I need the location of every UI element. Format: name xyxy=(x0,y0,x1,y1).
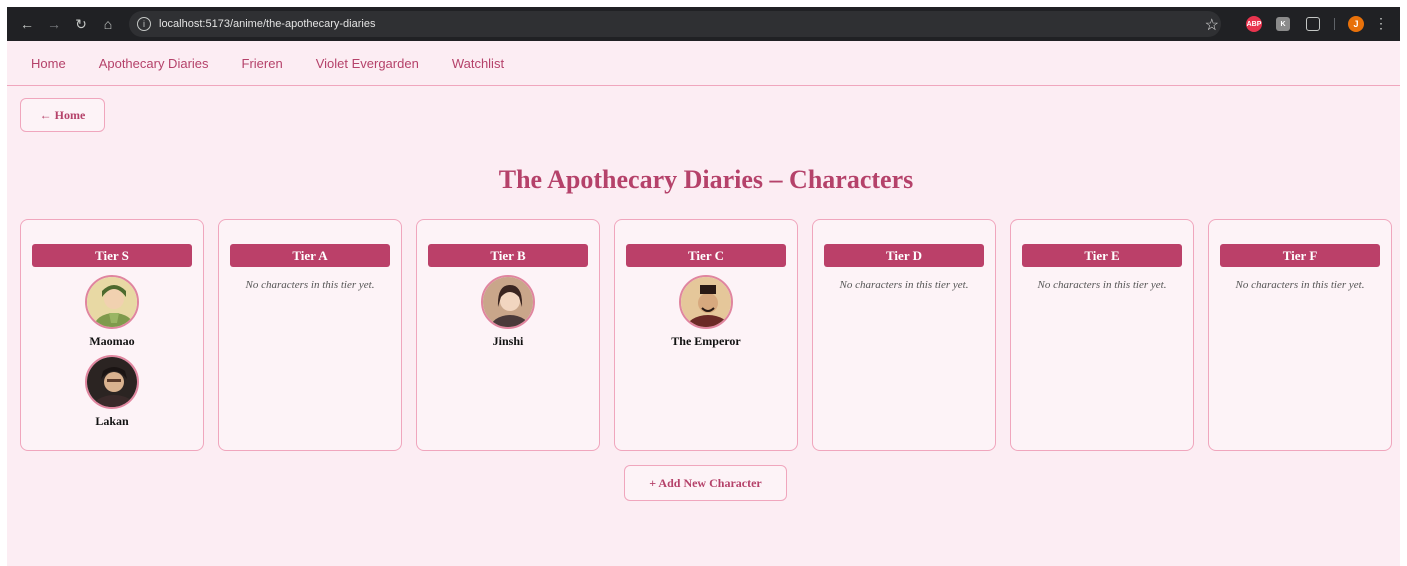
tier-label: Tier C xyxy=(626,244,786,267)
empty-tier-message: No characters in this tier yet. xyxy=(245,279,375,291)
back-arrow-icon[interactable]: ← xyxy=(18,15,36,33)
forward-arrow-icon[interactable]: → xyxy=(45,15,63,33)
tier-card-b: Tier B Jinshi xyxy=(416,219,600,451)
browser-toolbar: ← → ↻ ⌂ i localhost:5173/anime/the-apoth… xyxy=(7,7,1400,41)
character-card-lakan[interactable]: Lakan xyxy=(85,355,139,429)
tier-card-c: Tier C The Emperor xyxy=(614,219,798,451)
tier-label: Tier B xyxy=(428,244,588,267)
home-icon[interactable]: ⌂ xyxy=(99,15,117,33)
back-home-button[interactable]: ← Home xyxy=(20,98,105,132)
empty-tier-message: No characters in this tier yet. xyxy=(839,279,969,291)
character-name: Jinshi xyxy=(492,334,524,348)
tier-label: Tier F xyxy=(1220,244,1380,267)
reload-icon[interactable]: ↻ xyxy=(72,15,90,33)
character-avatar xyxy=(481,275,535,329)
url-text: localhost:5173/anime/the-apothecary-diar… xyxy=(159,18,376,30)
toolbar-separator xyxy=(1334,18,1335,30)
address-bar[interactable]: i localhost:5173/anime/the-apothecary-di… xyxy=(129,11,1221,37)
nav-frieren[interactable]: Frieren xyxy=(242,56,283,71)
tier-label: Tier S xyxy=(32,244,192,267)
character-avatar xyxy=(85,355,139,409)
character-avatar xyxy=(85,275,139,329)
tier-card-f: Tier F No characters in this tier yet. xyxy=(1208,219,1392,451)
nav-watchlist[interactable]: Watchlist xyxy=(452,56,504,71)
adblock-extension-icon[interactable]: ABP xyxy=(1246,16,1262,32)
profile-avatar-icon[interactable]: J xyxy=(1348,16,1364,32)
character-card-jinshi[interactable]: Jinshi xyxy=(481,275,535,349)
extensions-puzzle-icon[interactable] xyxy=(1306,17,1320,31)
tier-card-s: Tier S Maomao Lakan xyxy=(20,219,204,451)
nav-violet-evergarden[interactable]: Violet Evergarden xyxy=(316,56,419,71)
bookmark-star-icon[interactable]: ☆ xyxy=(1205,15,1219,35)
tier-card-d: Tier D No characters in this tier yet. xyxy=(812,219,996,451)
character-name: Lakan xyxy=(95,414,129,428)
add-new-character-button[interactable]: + Add New Character xyxy=(624,465,787,501)
page: Home Apothecary Diaries Frieren Violet E… xyxy=(7,41,1400,566)
site-info-icon[interactable]: i xyxy=(137,17,151,31)
character-card-maomao[interactable]: Maomao xyxy=(85,275,139,349)
empty-tier-message: No characters in this tier yet. xyxy=(1235,279,1365,291)
tier-card-a: Tier A No characters in this tier yet. xyxy=(218,219,402,451)
character-card-the-emperor[interactable]: The Emperor xyxy=(671,275,741,349)
nav-home[interactable]: Home xyxy=(31,56,66,71)
tier-list: Tier S Maomao Lakan Tier A No characters… xyxy=(20,219,1392,451)
top-nav: Home Apothecary Diaries Frieren Violet E… xyxy=(7,41,1400,86)
k-extension-icon[interactable]: K xyxy=(1276,17,1290,31)
tier-label: Tier A xyxy=(230,244,390,267)
tier-label: Tier E xyxy=(1022,244,1182,267)
menu-kebab-icon[interactable]: ⋮ xyxy=(1374,15,1388,32)
character-name: The Emperor xyxy=(671,334,741,348)
tier-card-e: Tier E No characters in this tier yet. xyxy=(1010,219,1194,451)
page-title: The Apothecary Diaries – Characters xyxy=(498,165,914,194)
character-name: Maomao xyxy=(89,334,135,348)
empty-tier-message: No characters in this tier yet. xyxy=(1037,279,1167,291)
nav-apothecary-diaries[interactable]: Apothecary Diaries xyxy=(99,56,209,71)
tier-label: Tier D xyxy=(824,244,984,267)
character-avatar xyxy=(678,275,733,329)
